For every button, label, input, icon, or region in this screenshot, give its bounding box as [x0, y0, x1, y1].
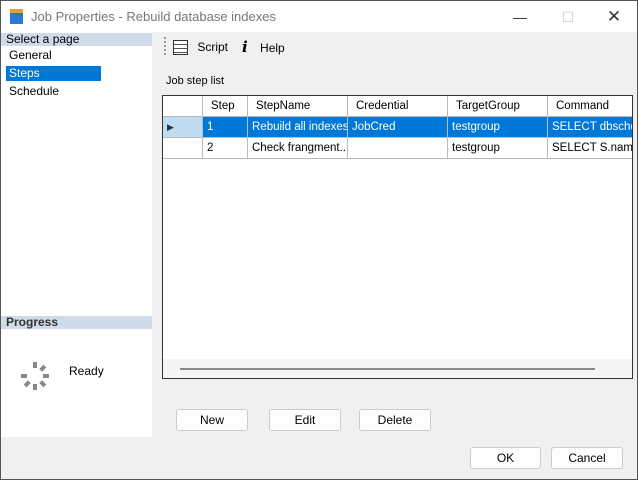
new-button[interactable]: New: [176, 409, 248, 431]
delete-button[interactable]: Delete: [359, 409, 431, 431]
cell-stepname[interactable]: Rebuild all indexes: [248, 117, 348, 138]
cell-command[interactable]: SELECT dbsche.: [548, 117, 632, 138]
edit-button[interactable]: Edit: [269, 409, 341, 431]
info-icon: i: [242, 38, 248, 56]
cell-credential[interactable]: JobCred: [348, 117, 448, 138]
app-icon: [10, 9, 23, 24]
column-header-step[interactable]: Step: [203, 96, 248, 117]
nav-item-steps[interactable]: Steps: [6, 66, 101, 81]
script-icon: [173, 40, 188, 56]
spinner-icon: [21, 362, 49, 390]
job-step-grid: Step StepName Credential TargetGroup Com…: [162, 95, 633, 379]
row-selector[interactable]: [163, 138, 203, 159]
cell-credential[interactable]: [348, 138, 448, 159]
cell-command[interactable]: SELECT S.name: [548, 138, 632, 159]
scrollbar-thumb[interactable]: [180, 368, 595, 370]
column-header-credential[interactable]: Credential: [348, 96, 448, 117]
close-button[interactable]: ✕: [591, 5, 637, 29]
title-bar: Job Properties - Rebuild database indexe…: [1, 1, 637, 32]
progress-status: Ready: [69, 364, 104, 378]
script-button[interactable]: Script: [173, 38, 228, 56]
cell-targetgroup[interactable]: testgroup: [448, 138, 548, 159]
row-selector-arrow-icon[interactable]: ▶: [163, 117, 203, 138]
cancel-button[interactable]: Cancel: [551, 447, 623, 469]
window-title: Job Properties - Rebuild database indexe…: [31, 9, 276, 24]
cell-step[interactable]: 1: [203, 117, 248, 138]
job-properties-window: Job Properties - Rebuild database indexe…: [0, 0, 638, 480]
select-page-header: Select a page: [1, 33, 152, 46]
row-header-corner: [163, 96, 203, 117]
horizontal-scrollbar[interactable]: [163, 359, 632, 378]
nav-item-general[interactable]: General: [6, 48, 101, 63]
toolbar: Script i Help: [162, 34, 632, 59]
table-row[interactable]: ▶ 1 Rebuild all indexes JobCred testgrou…: [163, 117, 632, 138]
cell-step[interactable]: 2: [203, 138, 248, 159]
grid-header: Step StepName Credential TargetGroup Com…: [163, 96, 632, 117]
maximize-button[interactable]: ☐: [545, 5, 591, 29]
nav-item-schedule[interactable]: Schedule: [6, 84, 101, 99]
minimize-button[interactable]: —: [497, 5, 543, 29]
cell-stepname[interactable]: Check frangment...: [248, 138, 348, 159]
cell-targetgroup[interactable]: testgroup: [448, 117, 548, 138]
column-header-targetgroup[interactable]: TargetGroup: [448, 96, 548, 117]
progress-header: Progress: [1, 316, 152, 329]
column-header-command[interactable]: Command: [548, 96, 632, 117]
help-button[interactable]: i Help: [242, 38, 285, 56]
page-selector: Select a page General Steps Schedule Pro…: [1, 32, 152, 437]
table-row[interactable]: 2 Check frangment... testgroup SELECT S.…: [163, 138, 632, 159]
column-header-stepname[interactable]: StepName: [248, 96, 348, 117]
ok-button[interactable]: OK: [470, 447, 541, 469]
toolbar-grip: [164, 37, 166, 55]
job-step-list-label: Job step list: [166, 75, 225, 87]
